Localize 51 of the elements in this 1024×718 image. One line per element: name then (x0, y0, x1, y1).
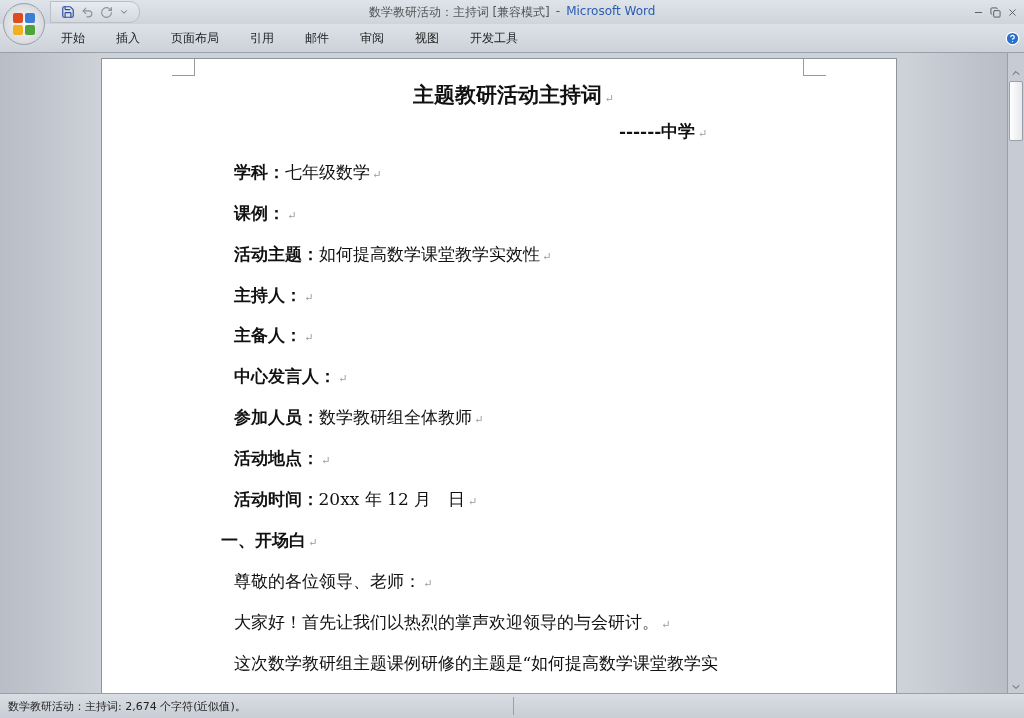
paragraph-mark: ↵ (338, 372, 348, 386)
ribbon-tab[interactable]: 审阅 (347, 24, 397, 52)
field-line: 活动时间：20xx 年 12 月 日 (233, 489, 466, 510)
customize-toolbar-icon[interactable] (119, 7, 129, 17)
paragraph-mark: ↵ (287, 208, 297, 222)
field-line: 参加人员：数学教研组全体教师 (233, 407, 472, 428)
ribbon-tab[interactable]: 开发工具 (457, 24, 531, 52)
field-line: 主持人： (233, 284, 302, 305)
status-text: 数学教研活动：主持词: 2,674 个字符(近似值)。 (7, 698, 247, 714)
help-icon[interactable] (1005, 30, 1020, 46)
document-subtitle: ------中学 (618, 121, 696, 142)
vertical-scrollbar[interactable] (1007, 53, 1024, 693)
title-separator: - (555, 4, 561, 20)
body-text: 这次数学教研组主题课例研修的主题是“如何提高数学课堂教学实 (233, 653, 719, 673)
restore-icon[interactable] (990, 6, 1001, 18)
close-icon[interactable] (1007, 6, 1018, 18)
ribbon-tab[interactable]: 引用 (237, 24, 287, 52)
field-line: 活动地点： (233, 448, 319, 469)
field-line: 课例： (233, 202, 285, 223)
paragraph-mark: ↵ (542, 249, 552, 263)
body-text: 大家好！首先让我们以热烈的掌声欢迎领导的与会研讨。 (233, 612, 659, 633)
paragraph-mark: ↵ (698, 127, 708, 141)
paragraph-mark: ↵ (604, 92, 615, 105)
document-title: 主题教研活动主持词 (412, 82, 602, 107)
window-title: 数学教研活动：主持词 [兼容模式] (368, 4, 550, 21)
body-text: 尊敬的各位领导、老师： (233, 571, 421, 592)
paragraph-mark: ↵ (321, 454, 331, 468)
field-line: 主备人： (233, 325, 302, 346)
redo-icon[interactable] (100, 5, 113, 19)
office-logo-icon (12, 12, 36, 36)
paragraph-mark: ↵ (423, 577, 433, 591)
field-line: 学科：七年级数学 (233, 161, 370, 182)
save-icon[interactable] (61, 5, 75, 19)
paragraph-mark: ↵ (304, 331, 314, 345)
paragraph-mark: ↵ (468, 495, 478, 509)
section-heading: 一、开场白 (220, 530, 306, 551)
ribbon-tab[interactable]: 插入 (103, 24, 153, 52)
paragraph-mark: ↵ (372, 167, 382, 181)
scroll-thumb[interactable] (1009, 81, 1023, 141)
app-name: Microsoft Word (566, 4, 656, 20)
paragraph-mark: ↵ (474, 413, 484, 427)
field-line: 活动主题：如何提高数学课堂教学实效性 (233, 243, 540, 264)
ribbon-tab[interactable]: 视图 (402, 24, 452, 52)
paragraph-mark: ↵ (661, 618, 671, 632)
paragraph-mark: ↵ (304, 290, 314, 304)
paragraph-mark: ↵ (308, 536, 318, 550)
ribbon-tab[interactable]: 页面布局 (158, 24, 232, 52)
ribbon-tab[interactable]: 邮件 (292, 24, 342, 52)
field-line: 中心发言人： (233, 366, 336, 387)
ribbon-tab[interactable]: 开始 (48, 24, 98, 52)
undo-icon[interactable] (81, 5, 94, 19)
